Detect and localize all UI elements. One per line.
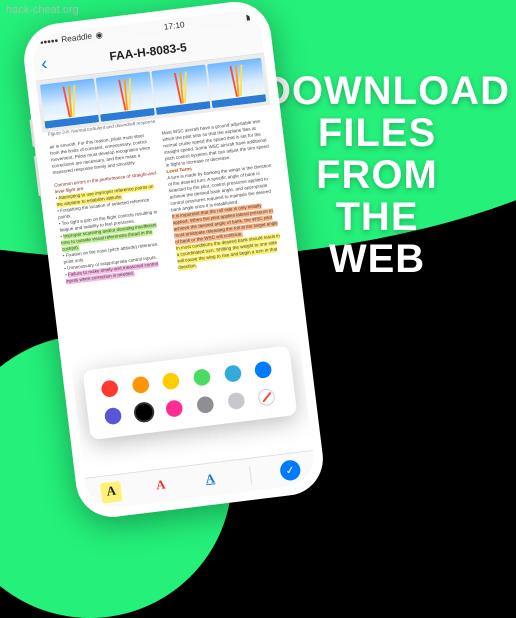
color-swatch[interactable] [223,364,241,382]
color-swatch[interactable] [196,396,214,414]
color-swatch[interactable] [104,407,122,425]
time-label: 17:10 [163,20,185,32]
confirm-button[interactable]: ✓ [279,459,302,482]
document-content[interactable]: Figure 3-8. Normal turbulent and downdra… [36,54,313,478]
color-swatch[interactable] [193,368,211,386]
color-swatch-selected[interactable] [135,403,153,421]
color-swatch[interactable] [227,392,245,410]
document-title: FAA-H-8083-5 [109,40,188,63]
color-swatch[interactable] [131,376,149,394]
text-color-button[interactable]: A [150,474,173,497]
color-swatch[interactable] [254,361,272,379]
color-picker-popup [82,345,297,440]
carrier-label: Readdle [61,31,93,44]
watermark-text: hack-cheat.org [6,4,79,16]
battery-icon: ▮ [245,11,251,22]
color-swatch[interactable] [100,379,118,397]
back-button[interactable]: ‹ [40,54,49,76]
underline-button[interactable]: A [199,468,222,491]
color-swatch[interactable] [162,372,180,390]
signal-icon [40,39,58,44]
highlight-button[interactable]: A [100,481,123,504]
wifi-icon: ◉ [95,30,103,41]
document-body: air is smooth. For this reason, pilots m… [43,112,290,292]
color-swatch-none[interactable] [258,388,276,406]
color-swatch[interactable] [165,399,183,417]
